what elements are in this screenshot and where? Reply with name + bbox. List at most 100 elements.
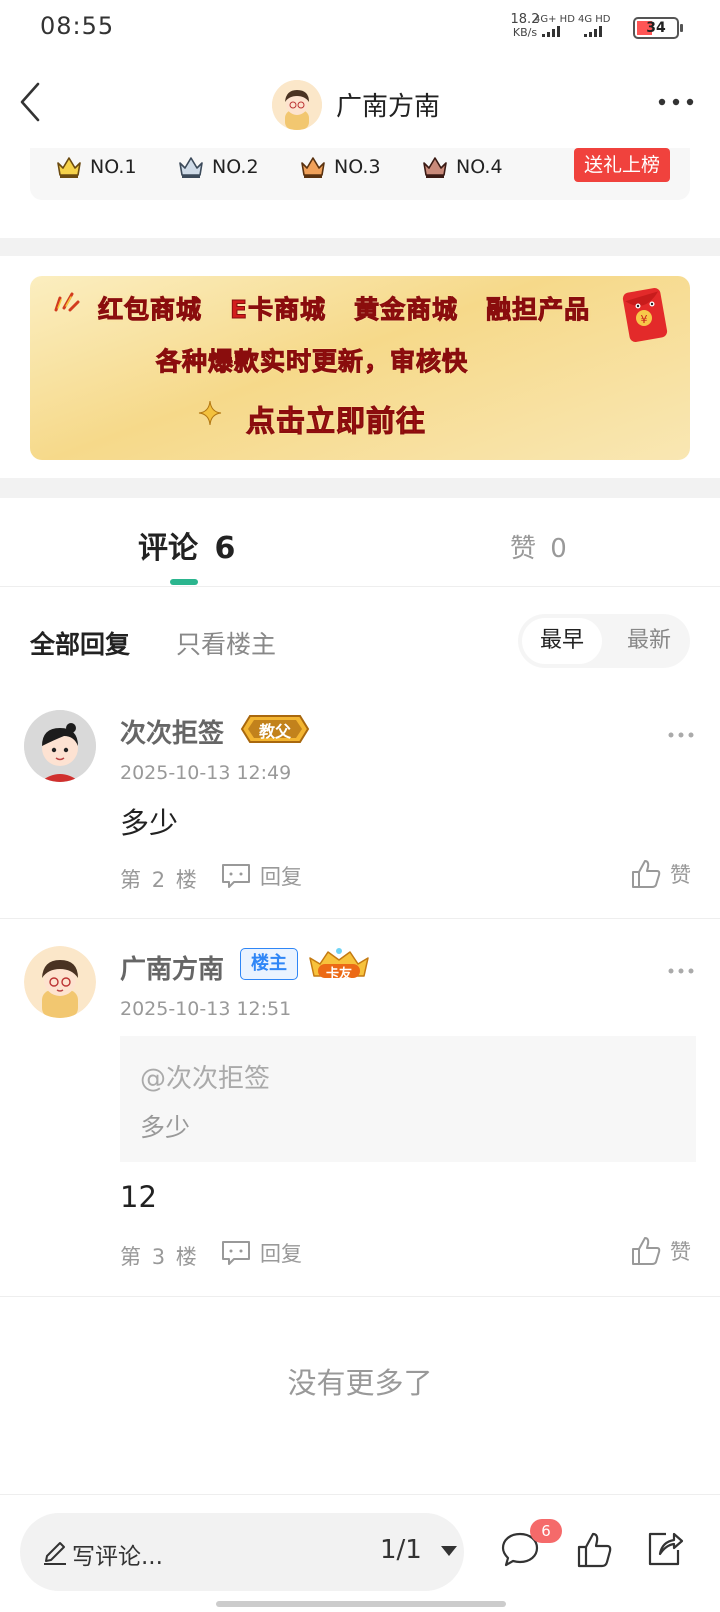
sparkle-lines-icon — [54, 292, 80, 312]
quoted-reply[interactable]: @次次拒签 多少 — [120, 1036, 696, 1162]
pencil-icon — [44, 1542, 66, 1565]
banner-item: 融担产品 — [486, 295, 591, 325]
comment-divider — [0, 1296, 720, 1297]
battery-icon: 34 — [633, 17, 683, 39]
title-badge-label: 教父 — [258, 722, 291, 741]
red-envelope-icon: ¥ — [622, 288, 668, 342]
floor-number: 第 2 楼 — [120, 864, 197, 894]
avatar[interactable] — [24, 710, 96, 782]
back-icon[interactable] — [14, 80, 54, 124]
page-selector[interactable]: 1/1 — [380, 1535, 458, 1565]
like-button[interactable]: 赞 — [630, 1235, 691, 1267]
comment-body: 多少 — [120, 806, 179, 840]
title-badge: 教父 — [240, 712, 310, 746]
header-title: 广南方南 — [336, 92, 441, 122]
comment-divider — [0, 918, 720, 919]
quoted-username: @次次拒签 — [140, 1064, 271, 1094]
comment-timestamp: 2025-10-13 12:51 — [120, 998, 292, 1020]
like-icon[interactable] — [576, 1530, 612, 1570]
rank-item-3[interactable]: NO.3 — [300, 152, 381, 182]
dark-crown-icon — [423, 157, 447, 178]
comment-more-icon[interactable] — [666, 961, 696, 974]
floor-number: 第 3 楼 — [120, 1241, 197, 1271]
sort-oldest-button[interactable]: 最早 — [522, 618, 602, 664]
tab-comments-label: 评论 — [138, 531, 198, 566]
section-divider — [0, 238, 720, 256]
status-bar: 08:55 18.2 KB/s 4G+ HD 4G HD 34 — [0, 0, 720, 56]
section-divider — [0, 478, 720, 498]
like-button[interactable]: 赞 — [630, 858, 691, 890]
title-badge-label: 卡友 — [325, 967, 352, 982]
tab-comments[interactable]: 评论 6 — [138, 523, 235, 567]
signal-bars-icon — [584, 25, 602, 37]
rank-item-2[interactable]: NO.2 — [178, 152, 259, 182]
floor-prefix: 第 — [120, 868, 141, 892]
comment-body: 12 — [120, 1180, 157, 1214]
sim2-label: 4G HD — [578, 14, 611, 25]
title-badge: 卡友 — [306, 946, 372, 982]
rank-label: NO.2 — [212, 156, 259, 178]
comment-composer[interactable]: 写评论... 1/1 — [20, 1513, 464, 1591]
signal-bars-icon — [542, 25, 560, 37]
banner-line-2: 各种爆款实时更新，审核快 — [155, 347, 469, 377]
comment-timestamp: 2025-10-13 12:49 — [120, 762, 292, 784]
gold-crown-icon — [57, 157, 81, 178]
like-label: 赞 — [670, 1240, 691, 1264]
reply-label: 回复 — [260, 1242, 302, 1266]
bronze-crown-icon — [301, 157, 325, 178]
page-indicator: 1/1 — [380, 1535, 422, 1565]
tab-comments-count: 6 — [214, 531, 236, 566]
comment-more-icon[interactable] — [666, 725, 696, 738]
sort-toggle: 最早 最新 — [518, 614, 690, 668]
rank-item-1[interactable]: NO.1 — [56, 152, 137, 182]
sim1-label: 4G+ HD — [534, 14, 575, 25]
bottom-bar-divider — [0, 1494, 720, 1495]
tab-likes[interactable]: 赞 0 — [510, 528, 567, 565]
home-indicator[interactable] — [216, 1601, 506, 1607]
promo-banner[interactable]: 红包商城 E卡商城 黄金商城 融担产品 各种爆款实时更新，审核快 点击立即前往 … — [30, 276, 690, 460]
tab-likes-label: 赞 — [510, 534, 537, 564]
svg-text:¥: ¥ — [641, 313, 648, 326]
floor-suffix: 楼 — [175, 868, 197, 892]
sparkle-icon — [198, 400, 222, 426]
owner-tag: 楼主 — [240, 948, 298, 980]
sort-newest-button[interactable]: 最新 — [614, 618, 684, 664]
comment-username[interactable]: 广南方南 — [120, 949, 224, 986]
status-time: 08:55 — [40, 12, 115, 40]
more-options-icon[interactable] — [656, 92, 696, 112]
tab-likes-count: 0 — [550, 534, 567, 564]
thumbs-up-icon — [632, 1237, 661, 1265]
banner-item: E卡商城 — [230, 295, 327, 325]
composer-placeholder: 写评论... — [72, 1544, 163, 1570]
avatar[interactable] — [24, 946, 96, 1018]
banner-item: 黄金商城 — [354, 295, 459, 325]
silver-crown-icon — [179, 157, 203, 178]
battery-level: 34 — [646, 20, 666, 36]
quoted-body: 多少 — [140, 1113, 191, 1142]
rank-label: NO.4 — [456, 156, 503, 178]
banner-item: 红包商城 — [97, 295, 203, 325]
caret-down-icon — [441, 1545, 458, 1556]
header-avatar[interactable] — [272, 80, 322, 130]
floor-num: 3 — [151, 1245, 166, 1269]
reply-icon — [222, 1241, 250, 1265]
reply-icon — [222, 864, 250, 888]
rank-item-4[interactable]: NO.4 — [422, 152, 503, 182]
filter-owner-only[interactable]: 只看楼主 — [176, 625, 276, 661]
reply-button[interactable]: 回复 — [220, 1238, 302, 1268]
reply-label: 回复 — [260, 865, 302, 889]
sim2-signal: 4G HD — [578, 14, 611, 40]
no-more-text: 没有更多了 — [287, 1366, 433, 1400]
floor-suffix: 楼 — [175, 1245, 197, 1269]
floor-prefix: 第 — [120, 1245, 141, 1269]
reply-button[interactable]: 回复 — [220, 861, 302, 891]
floor-num: 2 — [151, 868, 166, 892]
send-gift-button[interactable]: 送礼上榜 — [574, 148, 670, 182]
comment-username[interactable]: 次次拒签 — [120, 713, 224, 750]
banner-cta: 点击立即前往 — [245, 404, 427, 439]
filter-all-replies[interactable]: 全部回复 — [30, 625, 130, 661]
like-label: 赞 — [670, 863, 691, 887]
active-tab-indicator — [170, 579, 198, 585]
thumbs-up-icon — [632, 860, 661, 888]
share-icon[interactable] — [644, 1528, 684, 1568]
